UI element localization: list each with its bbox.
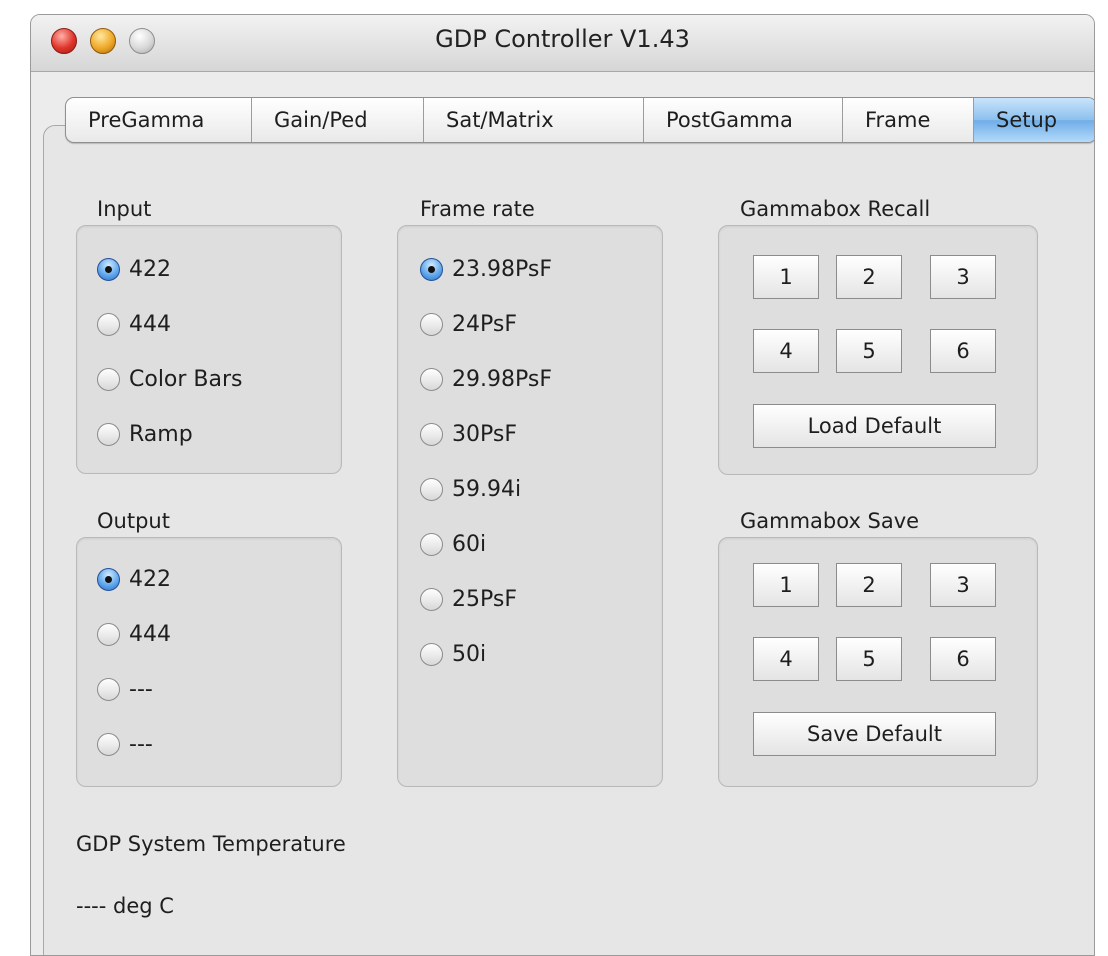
radio-label: Color Bars — [129, 367, 243, 392]
input-radio-444[interactable]: 444 — [97, 312, 171, 337]
gammabox-recall-label: Gammabox Recall — [740, 197, 931, 221]
output-radio-444[interactable]: 444 — [97, 622, 171, 647]
radio-label: 29.98PsF — [452, 367, 552, 392]
radio-label: 30PsF — [452, 422, 517, 447]
frame-rate-group-label: Frame rate — [420, 197, 535, 221]
frame-rate-radio-23-98psf[interactable]: 23.98PsF — [420, 257, 552, 282]
radio-button-icon[interactable] — [420, 478, 443, 501]
save-button-5[interactable]: 5 — [836, 637, 902, 681]
input-radio-422[interactable]: 422 — [97, 257, 171, 282]
radio-label: 444 — [129, 312, 171, 337]
input-group-label: Input — [97, 197, 152, 221]
radio-button-icon[interactable] — [97, 368, 120, 391]
tab-bar: PreGamma Gain/Ped Sat/Matrix PostGamma F… — [65, 97, 1094, 143]
frame-rate-radio-24psf[interactable]: 24PsF — [420, 312, 517, 337]
radio-label: 50i — [452, 642, 487, 667]
radio-button-icon[interactable] — [420, 368, 443, 391]
frame-rate-radio-59-94i[interactable]: 59.94i — [420, 477, 521, 502]
radio-label: --- — [129, 732, 153, 757]
tab-postgamma[interactable]: PostGamma — [644, 98, 843, 142]
radio-button-icon[interactable] — [97, 258, 120, 281]
radio-button-icon[interactable] — [420, 423, 443, 446]
radio-label: --- — [129, 677, 153, 702]
recall-button-5[interactable]: 5 — [836, 329, 902, 373]
temperature-value: ---- deg C — [76, 894, 174, 918]
tab-pregamma[interactable]: PreGamma — [66, 98, 252, 142]
frame-rate-radio-25psf[interactable]: 25PsF — [420, 587, 517, 612]
recall-button-1[interactable]: 1 — [753, 255, 819, 299]
radio-button-icon[interactable] — [97, 423, 120, 446]
frame-rate-group-box — [397, 225, 663, 787]
radio-button-icon[interactable] — [97, 733, 120, 756]
radio-label: Ramp — [129, 422, 193, 447]
radio-label: 422 — [129, 257, 171, 282]
app-window: GDP Controller V1.43 PreGamma Gain/Ped S… — [30, 14, 1095, 956]
input-radio-ramp[interactable]: Ramp — [97, 422, 193, 447]
radio-label: 24PsF — [452, 312, 517, 337]
radio-label: 59.94i — [452, 477, 522, 502]
output-radio-option-4[interactable]: --- — [97, 732, 153, 757]
window-title: GDP Controller V1.43 — [435, 25, 690, 53]
radio-button-icon[interactable] — [420, 643, 443, 666]
gammabox-save-label: Gammabox Save — [740, 509, 920, 533]
radio-button-icon[interactable] — [97, 623, 120, 646]
recall-button-2[interactable]: 2 — [836, 255, 902, 299]
radio-button-icon[interactable] — [420, 533, 443, 556]
radio-button-icon[interactable] — [97, 313, 120, 336]
radio-button-icon[interactable] — [420, 258, 443, 281]
output-group-label: Output — [97, 509, 170, 533]
tab-gain-ped[interactable]: Gain/Ped — [252, 98, 424, 142]
recall-button-3[interactable]: 3 — [930, 255, 996, 299]
frame-rate-radio-60i[interactable]: 60i — [420, 532, 486, 557]
tab-sat-matrix[interactable]: Sat/Matrix — [424, 98, 644, 142]
radio-label: 25PsF — [452, 587, 517, 612]
input-radio-color-bars[interactable]: Color Bars — [97, 367, 243, 392]
save-button-1[interactable]: 1 — [753, 563, 819, 607]
output-radio-422[interactable]: 422 — [97, 567, 171, 592]
recall-button-6[interactable]: 6 — [930, 329, 996, 373]
radio-button-icon[interactable] — [97, 568, 120, 591]
radio-button-icon[interactable] — [97, 678, 120, 701]
temperature-label: GDP System Temperature — [76, 832, 346, 856]
frame-rate-radio-50i[interactable]: 50i — [420, 642, 486, 667]
title-bar[interactable]: GDP Controller V1.43 — [31, 15, 1094, 72]
save-button-2[interactable]: 2 — [836, 563, 902, 607]
save-default-button[interactable]: Save Default — [753, 712, 996, 756]
recall-button-4[interactable]: 4 — [753, 329, 819, 373]
radio-button-icon[interactable] — [420, 588, 443, 611]
tab-setup[interactable]: Setup — [974, 98, 1094, 142]
frame-rate-radio-29-98psf[interactable]: 29.98PsF — [420, 367, 552, 392]
save-button-3[interactable]: 3 — [930, 563, 996, 607]
radio-label: 422 — [129, 567, 171, 592]
save-button-6[interactable]: 6 — [930, 637, 996, 681]
radio-label: 444 — [129, 622, 171, 647]
frame-rate-radio-30psf[interactable]: 30PsF — [420, 422, 517, 447]
save-button-4[interactable]: 4 — [753, 637, 819, 681]
radio-label: 23.98PsF — [452, 257, 552, 282]
radio-label: 60i — [452, 532, 487, 557]
tab-frame[interactable]: Frame — [843, 98, 974, 142]
radio-button-icon[interactable] — [420, 313, 443, 336]
load-default-button[interactable]: Load Default — [753, 404, 996, 448]
output-radio-option-3[interactable]: --- — [97, 677, 153, 702]
